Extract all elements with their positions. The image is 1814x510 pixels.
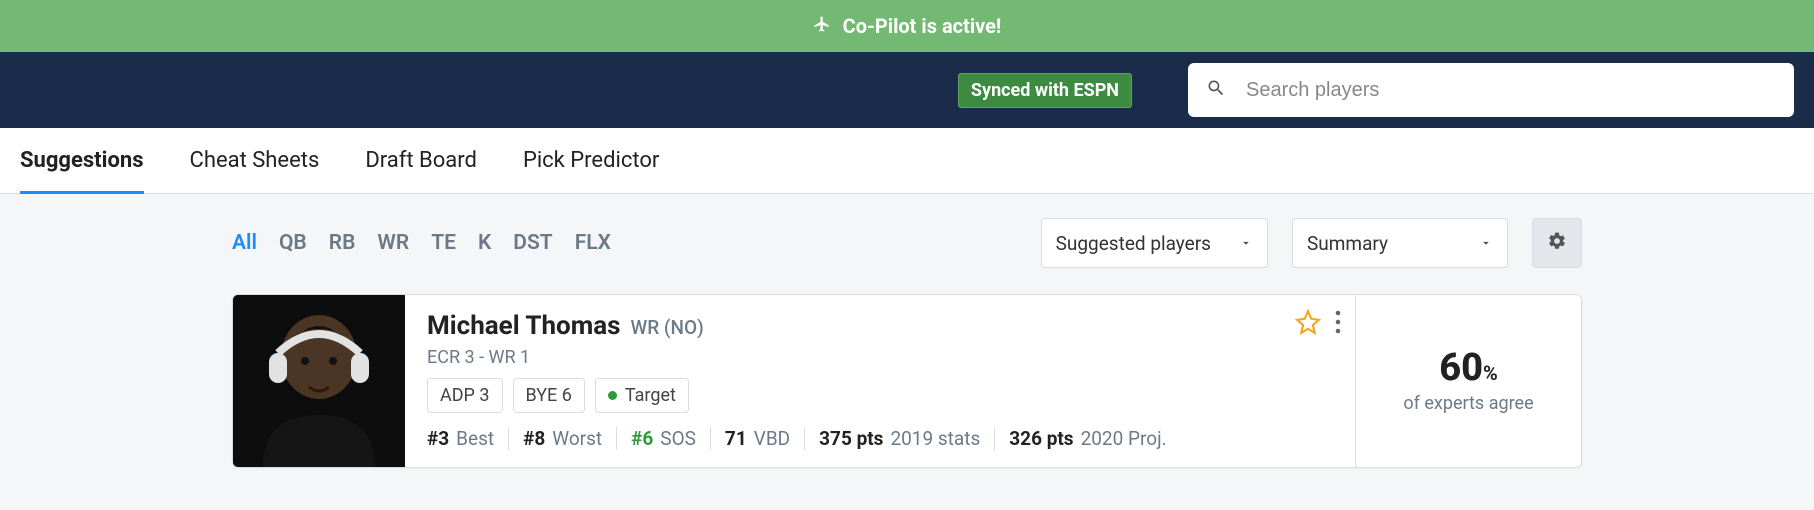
tab-suggestions[interactable]: Suggestions (20, 128, 144, 193)
stat-best: #3 Best (427, 427, 509, 450)
tab-draft-board[interactable]: Draft Board (365, 128, 477, 193)
consensus-pct: 60% (1439, 349, 1498, 387)
consensus-pct-suffix: % (1483, 361, 1498, 385)
airplane-icon (813, 14, 831, 38)
chip-target: Target (595, 378, 689, 413)
kebab-icon[interactable] (1335, 310, 1341, 338)
stat-worst-label: Worst (552, 427, 602, 450)
filter-wr[interactable]: WR (377, 231, 409, 255)
stat-sos-label: SOS (660, 427, 696, 450)
search-icon (1206, 78, 1226, 102)
stat-worst: #8 Worst (509, 427, 617, 450)
main-nav: Suggestions Cheat Sheets Draft Board Pic… (0, 128, 1814, 194)
chip-adp: ADP 3 (427, 378, 503, 413)
view-select[interactable]: Suggested players (1041, 218, 1268, 268)
top-bar: Synced with ESPN (0, 52, 1814, 128)
player-card[interactable]: Michael Thomas WR (NO) ECR 3 - WR 1 ADP … (232, 294, 1582, 468)
player-chips: ADP 3 BYE 6 Target (427, 378, 1333, 413)
stat-vbd: 71 VBD (711, 427, 805, 450)
copilot-banner: Co-Pilot is active! (0, 0, 1814, 52)
stat-prev-value: 375 pts (819, 427, 883, 450)
consensus-panel: 60% of experts agree (1355, 295, 1581, 467)
sync-badge: Synced with ESPN (958, 73, 1132, 108)
settings-button[interactable] (1532, 218, 1582, 268)
chip-bye: BYE 6 (513, 378, 585, 413)
chip-target-label: Target (625, 385, 676, 406)
filter-flx[interactable]: FLX (575, 231, 611, 255)
target-dot-icon (608, 391, 617, 400)
tab-cheat-sheets[interactable]: Cheat Sheets (190, 128, 320, 193)
tab-pick-predictor[interactable]: Pick Predictor (523, 128, 659, 193)
player-avatar (233, 295, 405, 467)
stat-proj: 326 pts 2020 Proj. (995, 427, 1180, 450)
filter-rb[interactable]: RB (329, 231, 356, 255)
filter-qb[interactable]: QB (279, 231, 307, 255)
chevron-down-icon (1479, 232, 1493, 255)
banner-text: Co-Pilot is active! (843, 14, 1002, 38)
filter-k[interactable]: K (478, 231, 491, 255)
view-select-label: Suggested players (1056, 232, 1211, 255)
stat-vbd-label: VBD (754, 427, 790, 450)
controls-row: All QB RB WR TE K DST FLX Suggested play… (232, 218, 1582, 268)
mode-select[interactable]: Summary (1292, 218, 1508, 268)
player-stat-row: #3 Best #8 Worst #6 SOS 71 VBD (427, 427, 1333, 450)
stat-prev: 375 pts 2019 stats (805, 427, 995, 450)
stat-vbd-value: 71 (725, 427, 747, 450)
player-info: Michael Thomas WR (NO) ECR 3 - WR 1 ADP … (405, 295, 1355, 467)
search-box[interactable] (1188, 63, 1794, 117)
mode-select-label: Summary (1307, 232, 1388, 255)
stat-worst-value: #8 (523, 427, 545, 450)
consensus-label: of experts agree (1403, 393, 1533, 414)
stat-best-value: #3 (427, 427, 449, 450)
search-input[interactable] (1244, 78, 1776, 103)
filter-te[interactable]: TE (431, 231, 456, 255)
player-subline: ECR 3 - WR 1 (427, 347, 1333, 368)
star-icon[interactable] (1295, 309, 1321, 339)
stat-prev-label: 2019 stats (890, 427, 980, 450)
gear-icon (1547, 231, 1567, 255)
content-area: All QB RB WR TE K DST FLX Suggested play… (0, 194, 1814, 510)
player-pos-team: WR (NO) (631, 316, 704, 339)
chevron-down-icon (1239, 232, 1253, 255)
consensus-pct-value: 60 (1439, 346, 1483, 390)
player-name: Michael Thomas (427, 311, 621, 341)
stat-proj-label: 2020 Proj. (1081, 427, 1167, 450)
filter-dst[interactable]: DST (513, 231, 552, 255)
stat-best-label: Best (456, 427, 494, 450)
stat-sos: #6 SOS (617, 427, 711, 450)
filter-all[interactable]: All (232, 231, 257, 255)
position-filters: All QB RB WR TE K DST FLX (232, 231, 1017, 255)
stat-proj-value: 326 pts (1009, 427, 1073, 450)
stat-sos-value: #6 (631, 427, 653, 450)
